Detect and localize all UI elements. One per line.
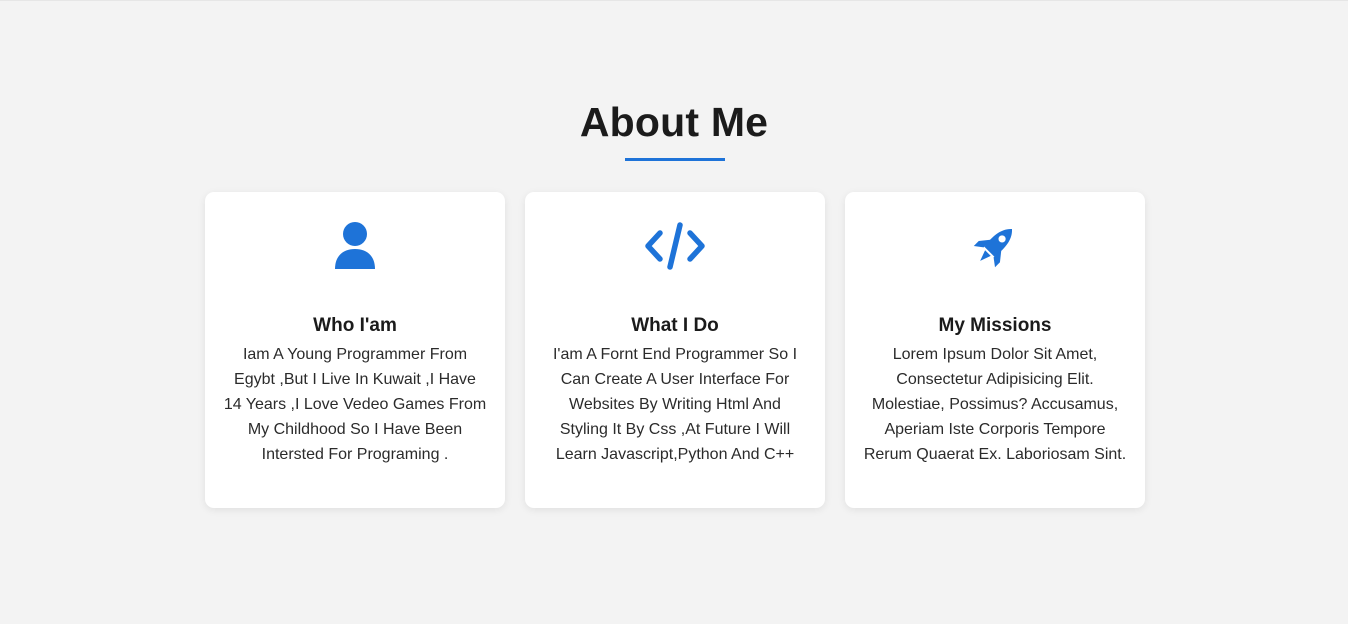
code-icon — [525, 220, 825, 272]
card-my-missions: My Missions Lorem Ipsum Dolor Sit Amet, … — [845, 192, 1145, 508]
about-cards: Who I'am Iam A Young Programmer From Egy… — [205, 192, 1145, 508]
card-text: I'am A Fornt End Programmer So I Can Cre… — [552, 346, 798, 463]
section-title: About Me — [579, 99, 769, 145]
card-what-i-do: What I Do I'am A Fornt End Programmer So… — [525, 192, 825, 508]
rocket-icon — [845, 220, 1145, 272]
card-title: Who I'am — [313, 315, 397, 336]
card-text: Iam A Young Programmer From Egybt ,But I… — [223, 346, 487, 463]
card-title: What I Do — [631, 315, 719, 336]
card-text: Lorem Ipsum Dolor Sit Amet, Consectetur … — [863, 346, 1127, 463]
top-divider — [0, 0, 1348, 1]
title-underline — [625, 158, 725, 161]
card-who-i-am: Who I'am Iam A Young Programmer From Egy… — [205, 192, 505, 508]
card-title: My Missions — [938, 315, 1052, 336]
user-icon — [205, 220, 505, 272]
